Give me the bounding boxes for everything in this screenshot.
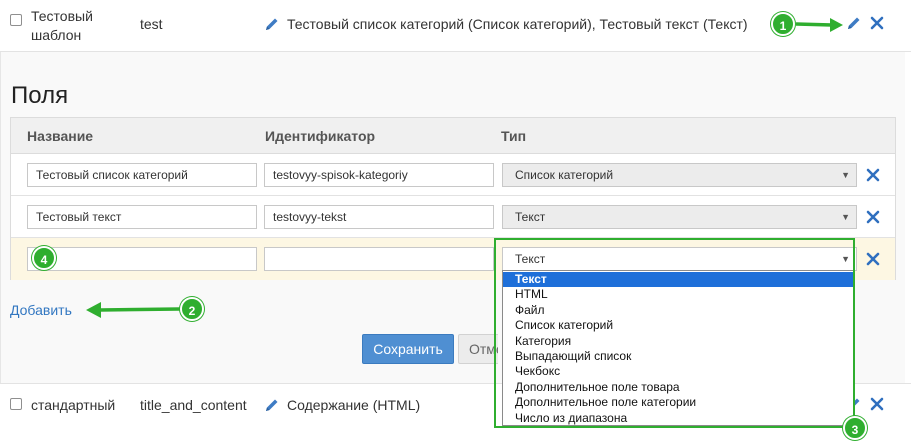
template-checkbox[interactable] [10,398,22,410]
remove-field-close-icon[interactable] [866,252,880,266]
delete-template-close-icon[interactable] [870,397,884,411]
fields-heading: Поля [11,82,69,109]
column-header-name: Название [27,128,94,144]
edit-template-pencil-icon[interactable] [846,15,862,31]
chevron-down-icon: ▼ [841,212,850,222]
annotation-marker-4: 4 [32,246,56,270]
field-row: Тестовый список категорий testovyy-spiso… [11,154,895,196]
save-button[interactable]: Сохранить [362,334,454,364]
delete-template-close-icon[interactable] [870,16,884,30]
annotation-marker-3: 3 [843,416,867,440]
new-field-identifier-input[interactable] [264,247,494,271]
field-type-value: Текст [515,210,546,224]
annotation-marker-2: 2 [180,297,204,321]
pencil-icon [266,18,278,30]
template-fields-summary: Тестовый список категорий (Список катего… [287,16,748,32]
remove-field-close-icon[interactable] [866,168,880,182]
field-type-value: Список категорий [515,168,614,182]
template-fields-summary: Содержание (HTML) [287,397,421,413]
template-name: стандартный [31,397,116,413]
dropdown-highlight-frame [494,238,855,428]
field-identifier-input[interactable]: testovyy-spisok-kategoriy [264,163,494,187]
field-type-select[interactable]: Список категорий ▼ [502,163,857,187]
template-checkbox[interactable] [10,14,22,26]
pencil-icon [266,399,278,411]
annotation-marker-1: 1 [771,12,795,36]
field-row: Тестовый текст testovyy-tekst Текст ▼ [11,196,895,238]
field-name-input[interactable]: Тестовый список категорий [27,163,257,187]
new-field-name-input[interactable] [27,247,257,271]
column-header-identifier: Идентификатор [265,128,376,144]
template-identifier: test [140,16,163,32]
template-name-line1: Тестовый [31,8,93,24]
template-identifier: title_and_content [140,397,247,413]
cancel-button[interactable]: Отмена [458,334,498,364]
chevron-down-icon: ▼ [841,170,850,180]
remove-field-close-icon[interactable] [866,210,880,224]
field-name-input[interactable]: Тестовый текст [27,205,257,229]
template-name-line2: шаблон [31,27,82,43]
field-identifier-input[interactable]: testovyy-tekst [264,205,494,229]
column-header-type: Тип [501,128,527,144]
fields-table-header: Название Идентификатор Тип [11,118,895,154]
field-type-select[interactable]: Текст ▼ [502,205,857,229]
add-field-link[interactable]: Добавить [10,300,72,320]
